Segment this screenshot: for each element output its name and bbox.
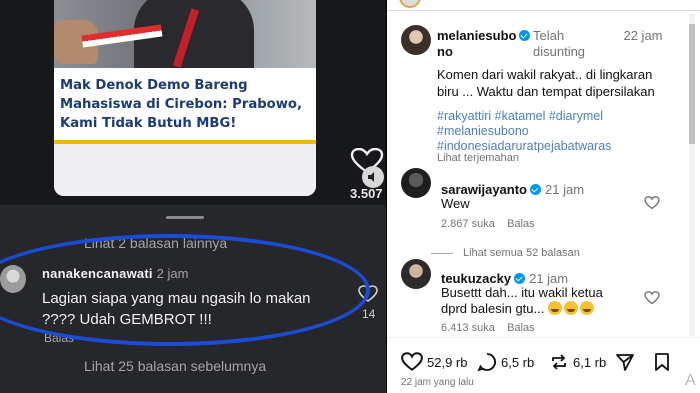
sound-icon[interactable] [362, 166, 384, 188]
repost-count: 6,1 rb [573, 354, 607, 370]
news-headline: Mak Denok Demo Bareng Mahasiswa di Cireb… [54, 68, 316, 144]
comment-button[interactable]: 6,5 rb [477, 352, 534, 372]
comment-username[interactable]: teukuzacky [441, 271, 511, 286]
avatar[interactable] [401, 168, 431, 198]
text-format-icon: A [685, 372, 696, 389]
right-instagram-panel: melaniesubo no Telah disunting 22 jam Ko… [387, 0, 700, 393]
comment-likes[interactable]: 2.867 suka [441, 218, 495, 230]
repost-button[interactable]: 6,1 rb [549, 352, 606, 372]
reply-button[interactable]: Balas [507, 322, 535, 334]
post-caption: Komen dari wakil rakyat.. di lingkaran b… [437, 67, 655, 99]
scrollbar[interactable] [689, 14, 695, 336]
crying-emoji-icon [563, 301, 578, 315]
hashtag-line[interactable]: #rakyattiri #katamel #diarymel [437, 109, 677, 124]
avatar[interactable] [401, 25, 431, 55]
headline-line: Mak Denok Demo Bareng [60, 78, 248, 93]
drag-handle[interactable] [166, 216, 204, 219]
comment-time: 21 jam [545, 182, 585, 197]
post-author-username[interactable]: melaniesubo [437, 28, 531, 43]
comment-meta: 2.867 suka Balas [441, 218, 535, 230]
comment-sheet: Lihat 2 balasan lainnya nanakencanawati 2… [0, 205, 386, 393]
comment-heart-icon[interactable] [644, 196, 660, 210]
comment-header: teukuzacky 21 jam [441, 271, 568, 286]
avatar[interactable] [399, 0, 421, 8]
comment-likes[interactable]: 6.413 suka [441, 322, 495, 334]
thumbnail-photo [54, 0, 316, 70]
view-all-replies-link[interactable]: Lihat semua 52 balasan [463, 247, 580, 259]
comments-scroll-area[interactable]: melaniesubo no Telah disunting 22 jam Ko… [387, 11, 687, 337]
comment-text: Busettt dah... itu wakil ketua dprd bale… [441, 285, 603, 316]
left-screenshot-panel: Mak Denok Demo Bareng Mahasiswa di Cireb… [0, 0, 386, 393]
see-translation-link[interactable]: Lihat terjemahan [437, 152, 519, 164]
comment-count: 6,5 rb [501, 354, 535, 370]
reply-button[interactable]: Balas [507, 218, 535, 230]
comment-like-count: 14 [362, 307, 376, 321]
view-previous-replies-link[interactable]: Lihat 25 balasan sebelumnya [84, 358, 266, 374]
post-author-username-cont[interactable]: no [437, 44, 453, 59]
comment-username[interactable]: sarawijayanto [441, 182, 527, 197]
video-area[interactable]: Mak Denok Demo Bareng Mahasiswa di Cireb… [0, 0, 386, 205]
comment-text: Wew [441, 196, 470, 211]
send-icon [616, 354, 634, 371]
news-thumbnail[interactable]: Mak Denok Demo Bareng Mahasiswa di Cireb… [54, 0, 316, 196]
headline-line: Kami Tidak Butuh MBG! [60, 116, 237, 131]
heart-icon [401, 352, 423, 371]
repost-icon [552, 354, 566, 370]
share-button[interactable] [615, 352, 639, 372]
verified-badge-icon [530, 184, 541, 195]
video-like-count: 3.507 [350, 186, 383, 201]
comment-heart-icon[interactable] [644, 291, 660, 305]
comment-bubble-icon [477, 353, 496, 372]
comment-header: sarawijayanto 21 jam [441, 182, 584, 197]
like-button[interactable]: 52,9 rb [401, 352, 467, 372]
crying-emoji-icon [579, 301, 594, 315]
comment-time: 21 jam [529, 271, 569, 286]
comment-meta: 6.413 suka Balas [441, 322, 535, 334]
verified-badge-icon [519, 30, 531, 41]
like-count: 52,9 rb [427, 354, 468, 370]
avatar[interactable] [401, 259, 431, 289]
hashtag-line[interactable]: #melaniesubono [437, 124, 677, 139]
save-button[interactable] [653, 352, 675, 372]
post-action-bar: 52,9 rb 6,5 rb 6,1 rb 22 jam yang lalu A [387, 337, 700, 393]
headline-line: Mahasiswa di Cirebon: Prabowo, [60, 97, 302, 112]
posted-time: 22 jam yang lalu [401, 377, 474, 388]
crying-emoji-icon [547, 301, 562, 315]
post-hashtags: #rakyattiri #katamel #diarymel #melanies… [437, 109, 677, 154]
verified-badge-icon [514, 273, 526, 284]
bookmark-icon [655, 353, 669, 371]
post-time: 22 jam [623, 28, 663, 43]
edited-label: Telah disunting [533, 28, 586, 59]
